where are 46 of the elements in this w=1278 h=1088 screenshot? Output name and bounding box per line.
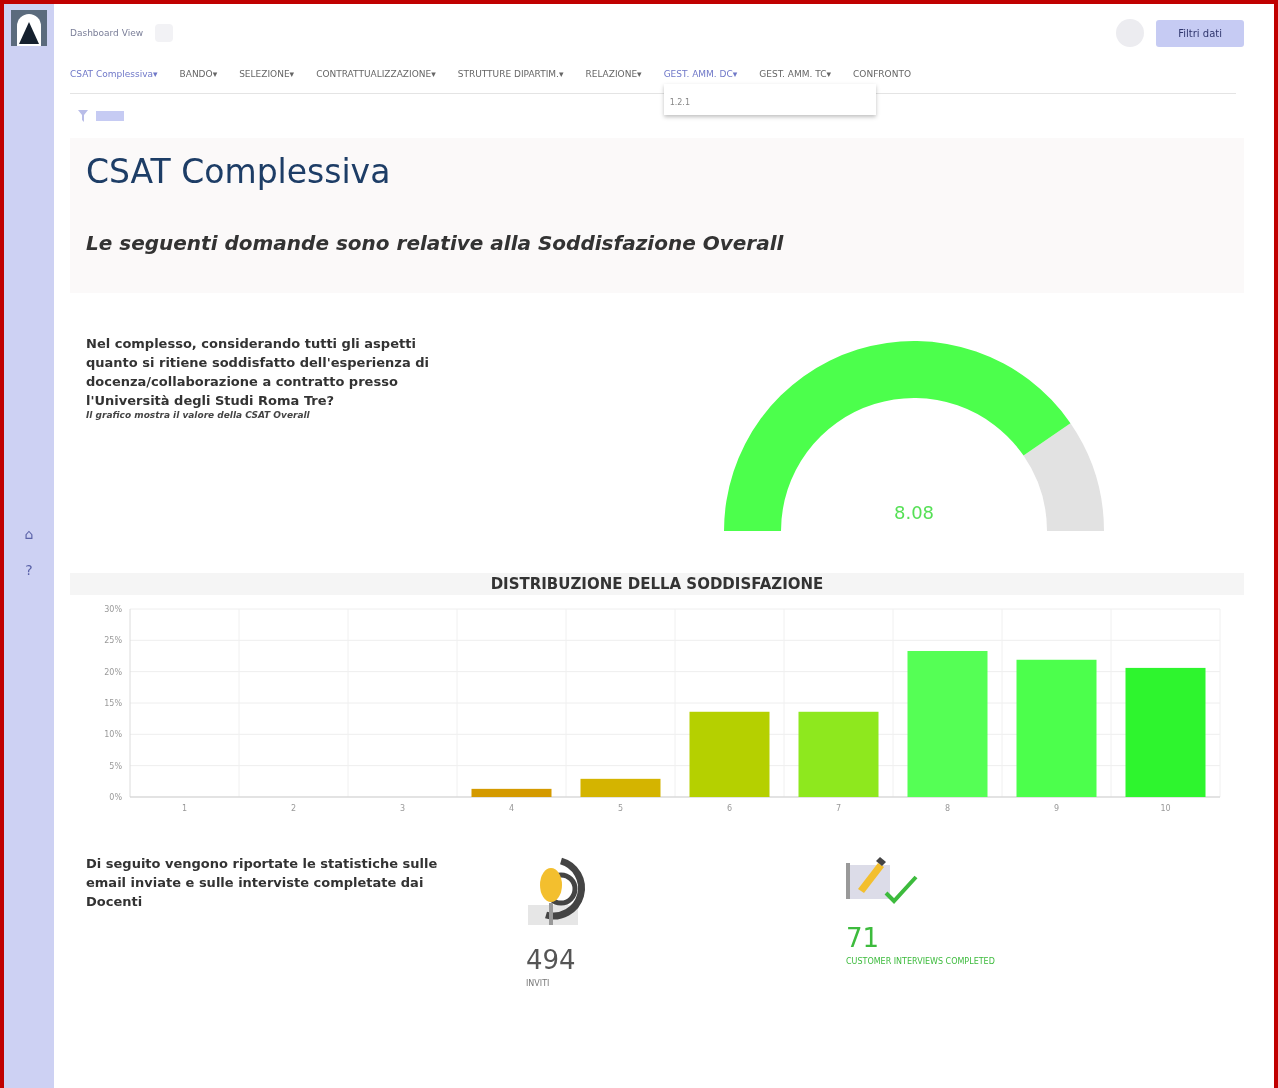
- nav-tab[interactable]: GEST. AMM. DC▾: [663, 69, 738, 79]
- axis-label: 20%: [104, 667, 122, 677]
- axis-label: 25%: [104, 636, 122, 646]
- nav-tab[interactable]: CONTRATTUALIZZAZIONE▾: [316, 69, 436, 79]
- question-note: Il grafico mostra il valore della CSAT Overall: [86, 410, 311, 421]
- chart-title: DISTRIBUZIONE DELLA SODDISFAZIONE: [70, 573, 1244, 595]
- axis-label: 6: [726, 804, 733, 813]
- question-text: Nel complesso, considerando tutti gli aspetti quanto si ritiene soddisfatto dell'esperienza di docenza/collaborazione a contratto presso l'Università degli Studi Roma Tre?: [86, 335, 430, 410]
- stats-intro: Di seguito vengono riportate le statistiche sulle email inviate e sulle interviste completate dai Docenti: [86, 855, 439, 911]
- sidebar-icon[interactable]: ⌂: [24, 526, 34, 542]
- nav-tab[interactable]: CSAT Complessiva▾: [70, 69, 158, 79]
- axis-label: 5%: [109, 761, 122, 771]
- form-check-icon: [846, 855, 920, 905]
- section-title: CSAT Complessiva: [86, 152, 392, 191]
- logo-icon: [11, 10, 47, 46]
- stat-value: 71: [846, 923, 880, 953]
- filter-chip[interactable]: [96, 111, 124, 121]
- sidebar-icon[interactable]: ?: [25, 562, 33, 578]
- nav-tab[interactable]: STRUTTURE DIPARTIM.▾: [457, 69, 564, 79]
- axis-label: 4: [508, 804, 515, 813]
- nav-tab[interactable]: SELEZIONE▾: [239, 69, 295, 79]
- axis-label: 5: [617, 804, 624, 813]
- filter-button[interactable]: Filtri dati: [1156, 19, 1244, 47]
- axis-label: 1: [181, 804, 188, 813]
- axis-label: 10: [1160, 804, 1171, 813]
- axis-label: 3: [399, 804, 406, 813]
- axis-label: 30%: [104, 605, 122, 614]
- funnel-icon[interactable]: [78, 110, 88, 122]
- section-subtitle: Le seguenti domande sono relative alla Soddisfazione Overall: [86, 231, 785, 255]
- nav-tab[interactable]: GEST. AMM. TC▾: [759, 69, 832, 79]
- stat-label: CUSTOMER INTERVIEWS COMPLETED: [846, 957, 995, 966]
- axis-label: 2: [290, 804, 297, 813]
- nav-tab[interactable]: BANDO▾: [179, 69, 218, 79]
- axis-label: 10%: [104, 730, 122, 740]
- axis-label: 7: [835, 804, 842, 813]
- menu-item[interactable]: 1.2.1: [669, 98, 690, 107]
- nav-tab[interactable]: RELAZIONE▾: [585, 69, 642, 79]
- axis-label: 0%: [109, 793, 122, 802]
- axis-label: 15%: [104, 699, 122, 708]
- stat-value: 494: [526, 945, 576, 975]
- axis-label: 9: [1053, 804, 1060, 813]
- nav-tab[interactable]: CONFRONTO: [853, 69, 911, 79]
- stat-label: INVITI: [526, 979, 550, 988]
- page-title: Dashboard View: [70, 28, 144, 38]
- gauge-value: 8.08: [892, 502, 936, 523]
- axis-label: 8: [944, 804, 951, 813]
